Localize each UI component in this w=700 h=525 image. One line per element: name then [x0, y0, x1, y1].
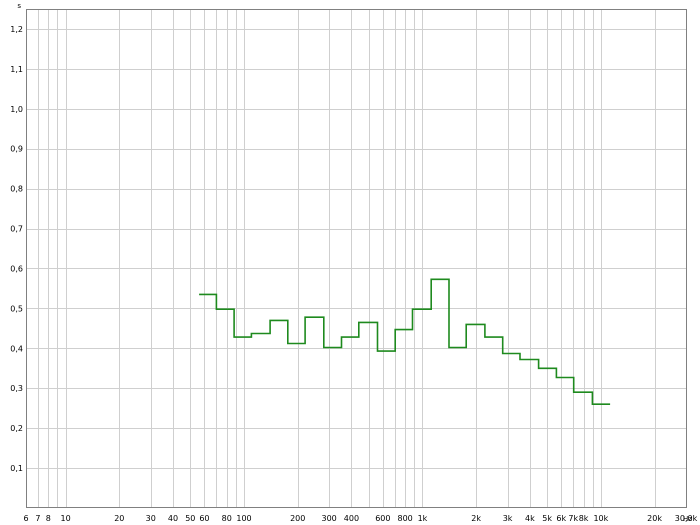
y-tick-label: 1,0 [10, 105, 23, 114]
y-tick-label: 0,7 [10, 225, 23, 234]
x-tick-label: 60 [199, 514, 209, 523]
x-tick-label: 40 [168, 514, 178, 523]
rt-chart: 6 7 8 10 20 30 40 50 60 80 100 200 300 400 600 800 1k 2k 3… [0, 0, 700, 525]
y-tick-label: 0,5 [10, 304, 23, 313]
x-tick-label: 3k [503, 514, 513, 523]
x-tick-label: 8 [46, 514, 51, 523]
y-tick-label: 0,3 [10, 384, 23, 393]
x-tick-label: 400 [344, 514, 359, 523]
x-tick-label: 6 [23, 514, 28, 523]
x-tick-label: 20k [647, 514, 662, 523]
x-tick-label: 6k [556, 514, 566, 523]
x-tick-label: 200 [290, 514, 305, 523]
y-tick-label: 0,9 [10, 145, 23, 154]
x-tick-label: 20 [114, 514, 124, 523]
x-tick-label: 600 [375, 514, 390, 523]
x-tick-label: 2k [471, 514, 481, 523]
x-tick-label: 30 [146, 514, 156, 523]
x-tick-label: 10 [60, 514, 70, 523]
x-tick-label: 1k [418, 514, 428, 523]
y-tick-label: 0,6 [10, 264, 23, 273]
x-tick-label: 5k [542, 514, 552, 523]
x-tick-label: 80 [222, 514, 232, 523]
y-tick-label: 0,1 [10, 464, 23, 473]
x-tick-label: 8k [579, 514, 589, 523]
y-tick-label: 0,4 [10, 344, 23, 353]
plot-background [26, 9, 687, 508]
y-tick-label: 1,1 [10, 65, 23, 74]
x-tick-label: 800 [398, 514, 413, 523]
x-tick-label: 4k [525, 514, 535, 523]
x-tick-label: 100 [236, 514, 251, 523]
x-tick-label: 10k [593, 514, 608, 523]
y-tick-labels: 0,1 0,2 0,3 0,4 0,5 0,6 0,7 0,8 0,9 1,0 1,1 1,2 [10, 25, 23, 473]
x-tick-labels: 6 7 8 10 20 30 40 50 60 80 100 200 300 400 600 800 1k 2k 3… [23, 514, 697, 523]
x-tick-label: 50 [185, 514, 195, 523]
x-tick-label: 300 [322, 514, 337, 523]
y-tick-label: 0,8 [10, 185, 23, 194]
y-axis-unit-label: s [17, 2, 21, 10]
chart-svg: 6 7 8 10 20 30 40 50 60 80 100 200 300 400 600 800 1k 2k 3… [10, 2, 697, 523]
x-axis-unit-label: Hz [683, 515, 692, 523]
y-tick-label: 1,2 [10, 25, 23, 34]
x-tick-label: 7 [35, 514, 40, 523]
y-tick-label: 0,2 [10, 424, 23, 433]
x-tick-label: 7k [568, 514, 578, 523]
